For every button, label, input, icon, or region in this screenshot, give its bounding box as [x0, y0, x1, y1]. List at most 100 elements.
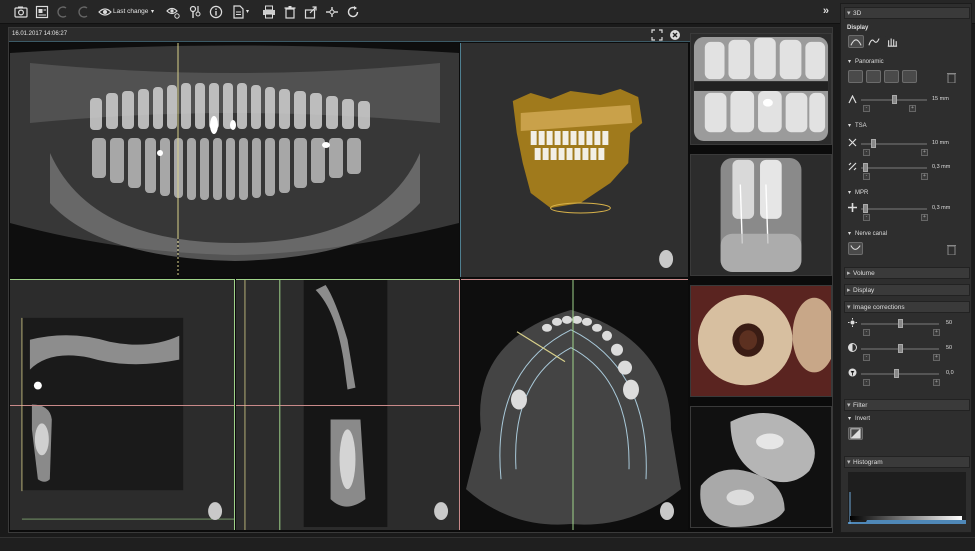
tsa-width-value: 10 mm [932, 140, 949, 146]
brightness-up[interactable]: + [933, 329, 940, 336]
pano-preset-1-icon[interactable] [848, 70, 863, 83]
panoramic-section[interactable]: Panoramic [848, 58, 884, 65]
histogram-gradient-bar [850, 516, 962, 520]
tsa-width-slider[interactable] [861, 139, 927, 148]
tsa-spacing-slider[interactable] [861, 163, 927, 172]
mpr-section[interactable]: MPR [848, 189, 868, 196]
redo-icon[interactable] [76, 4, 91, 19]
document-dropdown-icon[interactable]: ▾ [246, 8, 249, 15]
info-icon[interactable] [208, 4, 223, 19]
tsa-width-icon [848, 138, 857, 147]
chevron-down-icon[interactable]: ▾ [151, 8, 154, 15]
last-change-label[interactable]: Last change [113, 8, 148, 15]
document-icon[interactable] [230, 4, 245, 19]
nerve-canal-tool-icon[interactable] [848, 242, 863, 255]
image-viewer: 16.01.2017 14:06:27 [8, 27, 833, 533]
gamma-value: 0,0 [946, 370, 954, 376]
filter-section-label: Filter [853, 402, 868, 409]
pano-preset-2-icon[interactable] [866, 70, 881, 83]
mpr-value: 0,3 mm [932, 205, 951, 211]
tsa-spacing-icon [848, 162, 857, 171]
fullscreen-icon[interactable] [651, 29, 663, 41]
curve-mode-2-icon[interactable] [866, 35, 882, 48]
tsa-width-up[interactable]: + [921, 149, 928, 156]
histogram-section-label: Histogram [853, 459, 883, 466]
section-3d-header[interactable]: 3D [844, 7, 970, 19]
pano-delete-icon[interactable] [947, 72, 956, 84]
gamma-up[interactable]: + [933, 379, 940, 386]
gamma-slider[interactable] [861, 369, 939, 378]
refresh-icon[interactable] [345, 4, 360, 19]
status-bar [0, 537, 975, 551]
intraoral-xray-periapical[interactable] [690, 154, 832, 276]
panoramic-thickness-slider[interactable] [861, 95, 927, 104]
image-corrections-label: Image corrections [853, 304, 905, 311]
print-icon[interactable] [261, 4, 276, 19]
mpr-slider[interactable] [861, 204, 927, 213]
histogram-chart[interactable] [848, 472, 966, 524]
brightness-value: 50 [946, 320, 953, 326]
invert-toggle-icon[interactable] [848, 427, 863, 440]
measure-icon[interactable] [324, 4, 339, 19]
volume-3d-view[interactable] [460, 43, 688, 277]
nerve-canal-delete-icon[interactable] [947, 244, 956, 256]
panoramic-thickness-value: 15 mm [932, 96, 949, 102]
brightness-icon [848, 318, 857, 327]
display-label: Display [847, 25, 869, 31]
gamma-icon [848, 368, 857, 377]
tools-icon[interactable] [187, 4, 202, 19]
contrast-icon [848, 343, 857, 352]
close-icon[interactable] [669, 29, 681, 41]
tsa-width-down[interactable]: - [863, 149, 870, 156]
contrast-down[interactable]: - [863, 354, 870, 361]
eye-icon[interactable] [97, 4, 112, 19]
section-3d-label: 3D [853, 10, 862, 17]
pano-step-down[interactable]: - [863, 105, 870, 112]
histogram-section-header[interactable]: Histogram [844, 456, 970, 468]
main-toolbar: Last change ▾ ▾ » [0, 0, 975, 24]
brightness-down[interactable]: - [863, 329, 870, 336]
hand-tool-icon[interactable] [884, 35, 900, 48]
mpr-up[interactable]: + [921, 214, 928, 221]
export-icon[interactable] [303, 4, 318, 19]
gallery-icon[interactable] [34, 4, 49, 19]
invert-section[interactable]: Invert [848, 415, 870, 422]
display-section-header[interactable]: Display [844, 284, 970, 296]
display-section-label: Display [853, 287, 875, 294]
tsa-spacing-up[interactable]: + [921, 173, 928, 180]
camera-icon[interactable] [13, 4, 28, 19]
sagittal-slice-view[interactable] [10, 279, 235, 530]
pano-preset-4-icon[interactable] [902, 70, 917, 83]
volume-section-header[interactable]: Volume [844, 267, 970, 279]
filter-section-header[interactable]: Filter [844, 399, 970, 411]
trash-icon[interactable] [282, 4, 297, 19]
gamma-down[interactable]: - [863, 379, 870, 386]
intraoral-xray-bitewing[interactable] [690, 33, 832, 145]
nerve-canal-section[interactable]: Nerve canal [848, 230, 887, 237]
tsa-spacing-value: 0,3 mm [932, 164, 951, 170]
pano-step-up[interactable]: + [909, 105, 916, 112]
properties-panel: 3D Display Panoramic 15 mm - + TSA 10 mm… [840, 3, 972, 533]
contrast-slider[interactable] [861, 344, 939, 353]
contrast-up[interactable]: + [933, 354, 940, 361]
pano-preset-3-icon[interactable] [884, 70, 899, 83]
panoramic-view[interactable] [10, 43, 459, 277]
axial-slice-view[interactable] [461, 279, 688, 530]
study-timestamp: 16.01.2017 14:06:27 [12, 31, 68, 37]
volume-section-label: Volume [853, 270, 875, 277]
curve-mode-1-icon[interactable] [848, 35, 864, 48]
cross-section-view[interactable] [236, 279, 460, 530]
mpr-crosshair-icon [848, 203, 857, 212]
tsa-section[interactable]: TSA [848, 122, 867, 129]
tsa-spacing-down[interactable]: - [863, 173, 870, 180]
contrast-value: 50 [946, 345, 953, 351]
intraoral-photo-cavity[interactable] [690, 285, 832, 397]
thickness-icon [848, 94, 857, 104]
image-corrections-header[interactable]: Image corrections [844, 301, 970, 313]
brightness-slider[interactable] [861, 319, 939, 328]
intraoral-photo-grayscale[interactable] [690, 406, 832, 528]
eye-settings-icon[interactable] [165, 4, 180, 19]
expand-panel-button[interactable]: » [823, 5, 829, 17]
mpr-down[interactable]: - [863, 214, 870, 221]
undo-icon[interactable] [55, 4, 70, 19]
